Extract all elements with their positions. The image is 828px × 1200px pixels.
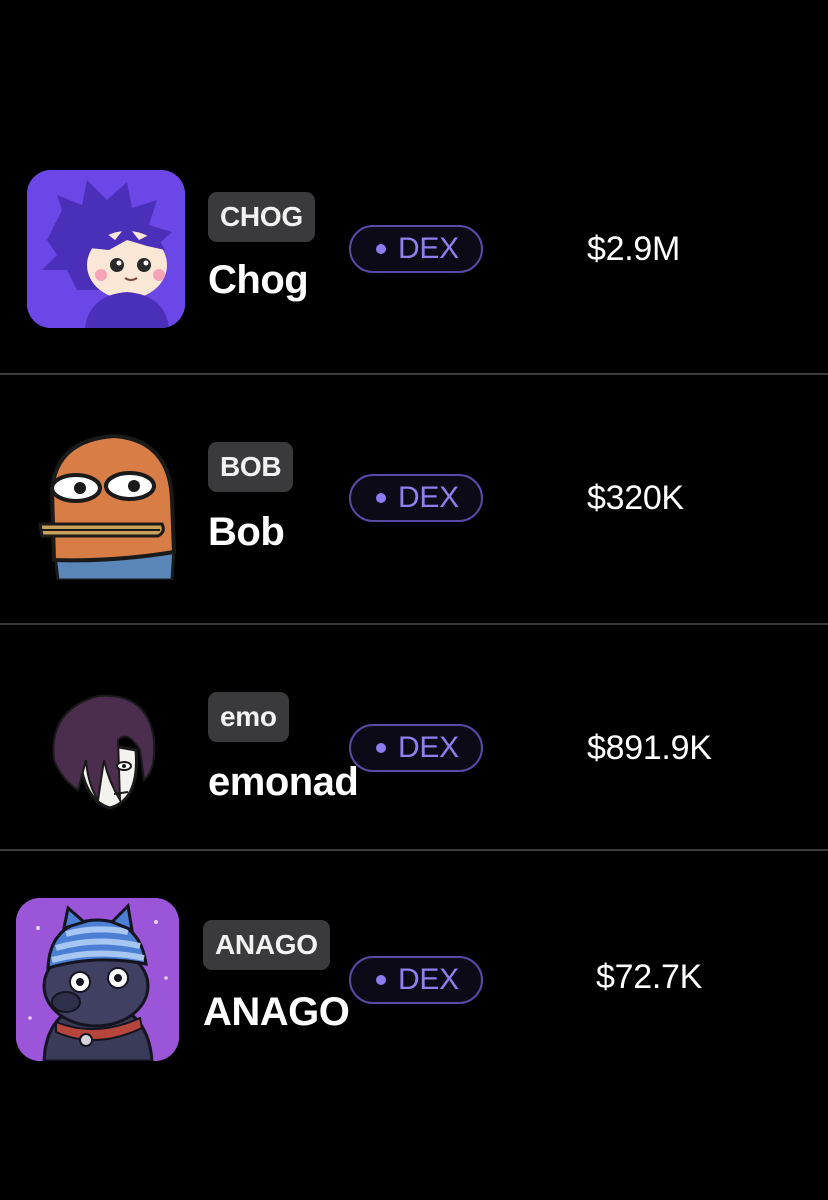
- token-ticker: emo: [208, 692, 289, 742]
- token-ticker: BOB: [208, 442, 294, 492]
- token-value: $72.7K: [596, 958, 702, 996]
- token-row-chog[interactable]: CHOG Chog DEX $2.9M: [0, 160, 828, 374]
- dex-dot-icon: [376, 975, 386, 985]
- emo-avatar-icon: [48, 690, 160, 814]
- token-row-bob[interactable]: BOB Bob DEX $320K: [0, 376, 828, 624]
- token-name: emonad: [208, 760, 359, 804]
- dex-badge-label: DEX: [398, 481, 459, 514]
- token-ticker: ANAGO: [203, 920, 330, 970]
- row-divider: [0, 849, 828, 851]
- token-value: $891.9K: [587, 729, 712, 767]
- dex-dot-icon: [376, 743, 386, 753]
- dex-dot-icon: [376, 244, 386, 254]
- dex-badge-label: DEX: [398, 731, 459, 764]
- dex-badge[interactable]: DEX: [349, 956, 483, 1004]
- row-divider: [0, 373, 828, 375]
- token-value: $2.9M: [587, 230, 680, 268]
- dex-badge[interactable]: DEX: [349, 225, 483, 273]
- token-ticker: CHOG: [208, 192, 315, 242]
- token-row-emo[interactable]: emo emonad DEX $891.9K: [0, 626, 828, 850]
- token-row-anago[interactable]: ANAGO ANAGO DEX $72.7K: [0, 852, 828, 1102]
- dex-badge[interactable]: DEX: [349, 724, 483, 772]
- anago-avatar-icon: [16, 898, 179, 1061]
- row-divider: [0, 623, 828, 625]
- token-name: ANAGO: [203, 990, 350, 1034]
- dex-badge-label: DEX: [398, 963, 459, 996]
- chog-avatar-icon: [27, 170, 185, 328]
- token-list: CHOG Chog DEX $2.9M BOB Bob DEX $320K em…: [0, 0, 828, 1200]
- bob-avatar-icon: [32, 430, 180, 580]
- token-value: $320K: [587, 479, 684, 517]
- token-name: Chog: [208, 258, 309, 302]
- dex-badge-label: DEX: [398, 232, 459, 265]
- dex-dot-icon: [376, 493, 386, 503]
- token-name: Bob: [208, 510, 285, 554]
- dex-badge[interactable]: DEX: [349, 474, 483, 522]
